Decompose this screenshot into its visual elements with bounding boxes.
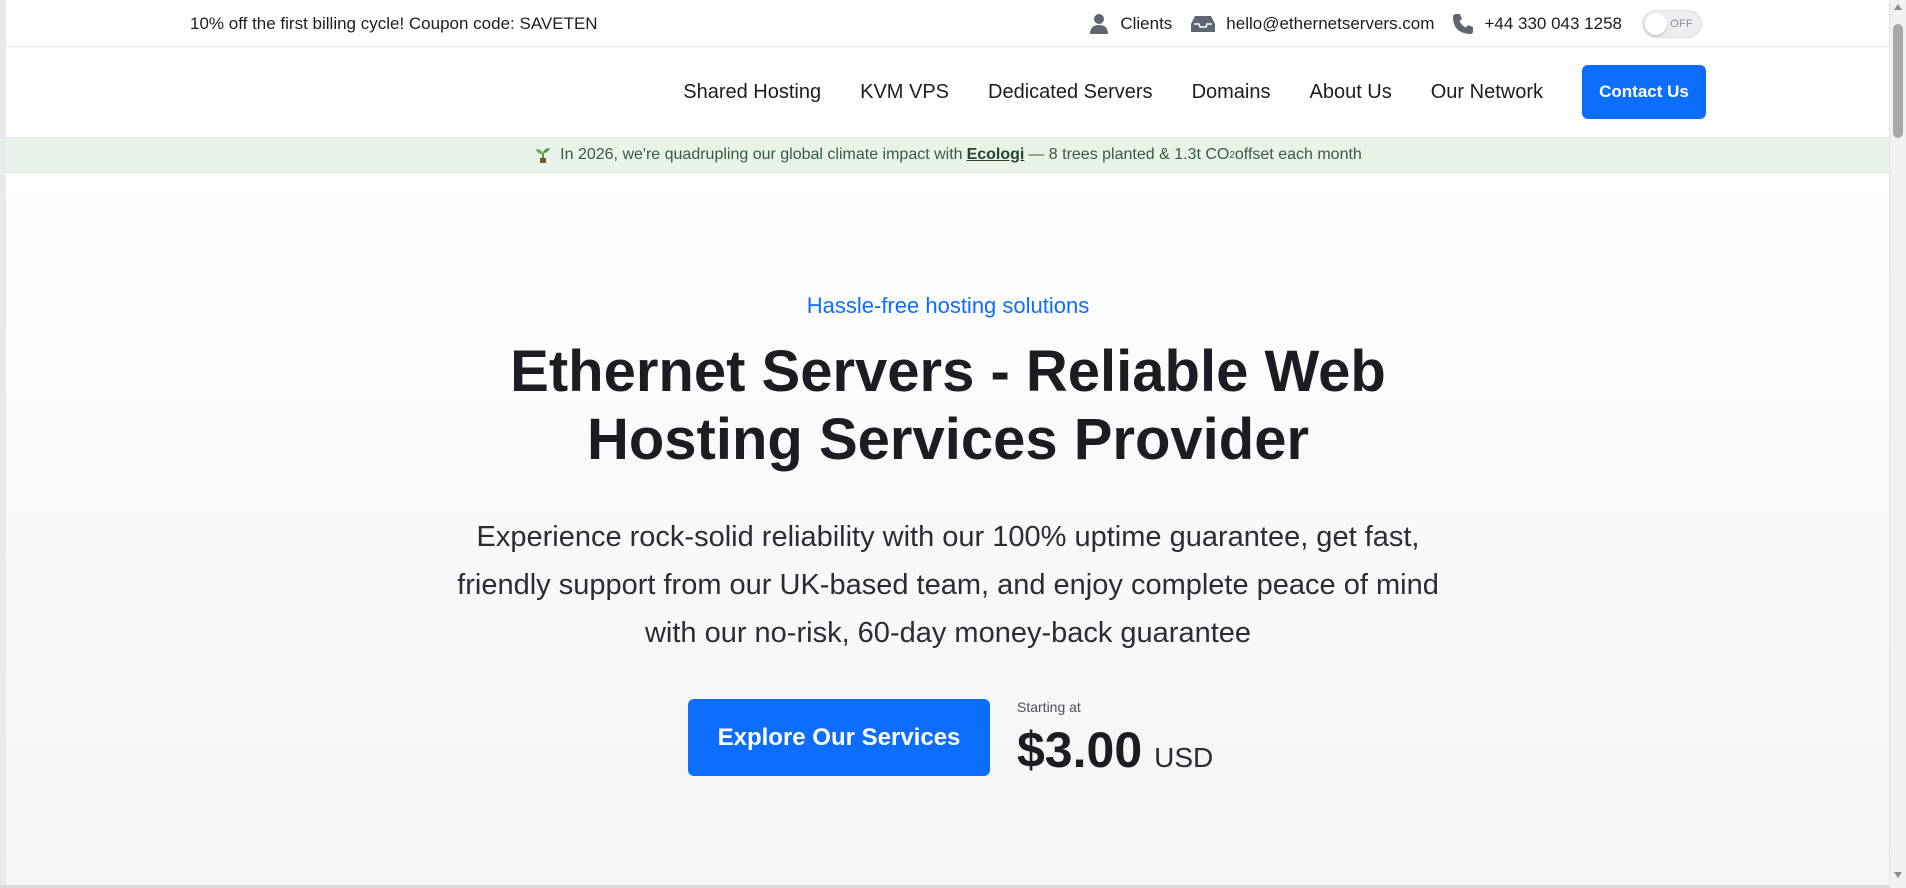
- toggle-knob: [1645, 13, 1667, 35]
- nav-shared-hosting[interactable]: Shared Hosting: [683, 81, 821, 104]
- email-link[interactable]: hello@ethernetservers.com: [1190, 14, 1434, 34]
- promo-text: 10% off the first billing cycle! Coupon …: [190, 14, 598, 33]
- scroll-thumb[interactable]: [1893, 24, 1903, 138]
- top-bar: 10% off the first billing cycle! Coupon …: [6, 0, 1890, 47]
- clients-link[interactable]: Clients: [1088, 13, 1172, 35]
- eco-text-end: offset each month: [1234, 146, 1362, 163]
- scroll-down-arrow-icon[interactable]: [1894, 872, 1902, 878]
- clients-label: Clients: [1120, 14, 1173, 33]
- theme-toggle[interactable]: OFF: [1642, 10, 1702, 38]
- nav-domains[interactable]: Domains: [1192, 81, 1271, 104]
- phone-icon: [1453, 14, 1474, 34]
- price-currency: USD: [1154, 742, 1214, 773]
- explore-services-button[interactable]: Explore Our Services: [688, 699, 990, 776]
- hero-section: Hassle-free hosting solutions Ethernet S…: [6, 173, 1890, 885]
- phone-label: +44 330 043 1258: [1484, 14, 1622, 33]
- eco-text-after: — 8 trees planted & 1.3t CO: [1028, 146, 1230, 163]
- main-nav: Shared Hosting KVM VPS Dedicated Servers…: [6, 47, 1890, 138]
- nav-dedicated-servers[interactable]: Dedicated Servers: [988, 81, 1153, 104]
- contact-us-button[interactable]: Contact Us: [1582, 65, 1706, 119]
- top-links: Clients hello@ethernetservers.com +44 33…: [1070, 10, 1702, 38]
- hero-lead: Experience rock-solid reliability with o…: [457, 521, 1439, 649]
- nav-items: Shared Hosting KVM VPS Dedicated Servers…: [683, 65, 1706, 119]
- inbox-icon: [1191, 16, 1216, 32]
- hero-headline: Ethernet Servers - Reliable Web Hosting …: [510, 339, 1386, 472]
- user-icon: [1090, 14, 1109, 34]
- scroll-up-arrow-icon[interactable]: [1894, 4, 1902, 10]
- eco-text-before: In 2026, we're quadrupling our global cl…: [560, 146, 963, 163]
- sprout-icon: [534, 147, 552, 163]
- price-display: $3.00 USD: [1017, 721, 1213, 779]
- price-amount: $3.00: [1017, 722, 1143, 778]
- nav-about-us[interactable]: About Us: [1309, 81, 1391, 104]
- nav-kvm-vps[interactable]: KVM VPS: [860, 81, 949, 104]
- toggle-label: OFF: [1670, 18, 1693, 30]
- phone-link[interactable]: +44 330 043 1258: [1452, 13, 1622, 35]
- hero-eyebrow: Hassle-free hosting solutions: [806, 293, 1090, 318]
- page-scrollbar[interactable]: [1889, 0, 1906, 888]
- ecologi-link[interactable]: Ecologi: [967, 146, 1025, 164]
- starting-at-label: Starting at: [1017, 699, 1081, 715]
- nav-our-network[interactable]: Our Network: [1431, 81, 1543, 104]
- email-label: hello@ethernetservers.com: [1226, 14, 1435, 33]
- eco-banner: In 2026, we're quadrupling our global cl…: [6, 138, 1890, 173]
